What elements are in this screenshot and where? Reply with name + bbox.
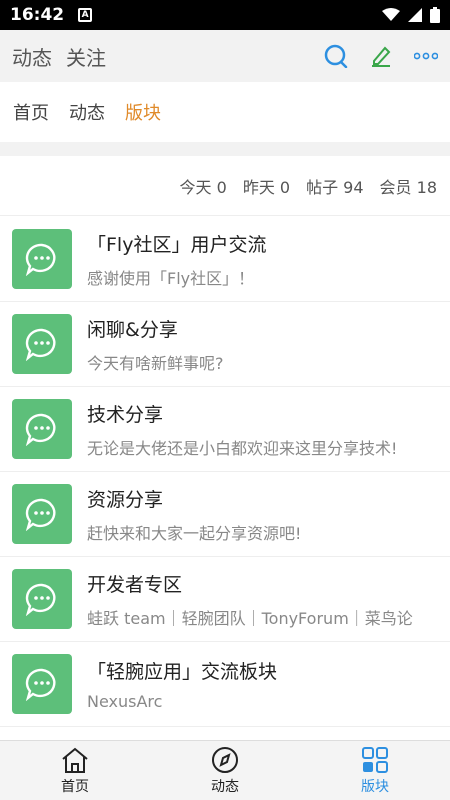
chat-bubble-icon <box>12 569 72 629</box>
board-list: 「Fly社区」用户交流 感谢使用「Fly社区」！ 闲聊&分享 今天有啥新鲜事呢?… <box>0 217 450 727</box>
status-bar: 16:42 A <box>0 0 450 30</box>
forum-stats: 今天 0 昨天 0 帖子 94 会员 18 <box>0 156 450 216</box>
board-item[interactable]: 「轻腕应用」交流板块 NexusArc <box>0 642 450 727</box>
subtab-home[interactable]: 首页 <box>13 99 49 125</box>
bottom-nav: 首页 动态 版块 <box>0 740 450 800</box>
nav-dynamics[interactable]: 动态 <box>170 746 280 796</box>
board-desc: 蛙跃 team｜轻腕团队｜TonyForum｜菜鸟论 <box>87 608 413 628</box>
signal-icon <box>408 8 422 22</box>
search-icon[interactable] <box>324 44 348 68</box>
chat-bubble-icon <box>12 484 72 544</box>
grid-icon <box>362 746 388 773</box>
wifi-icon <box>382 8 400 21</box>
stat-members: 会员 18 <box>379 177 437 197</box>
subtab-dynamics[interactable]: 动态 <box>69 99 105 125</box>
chat-bubble-icon <box>12 314 72 374</box>
chat-bubble-icon <box>12 399 72 459</box>
board-desc: 赶快来和大家一起分享资源吧! <box>87 523 302 543</box>
home-icon <box>62 747 88 773</box>
sub-nav: 首页 动态 版块 <box>0 82 450 142</box>
board-item[interactable]: 资源分享 赶快来和大家一起分享资源吧! <box>0 472 450 557</box>
nav-boards[interactable]: 版块 <box>320 746 430 796</box>
compass-icon <box>212 746 238 773</box>
board-item[interactable]: 闲聊&分享 今天有啥新鲜事呢? <box>0 302 450 387</box>
board-desc: 无论是大佬还是小白都欢迎来这里分享技术! <box>87 438 398 458</box>
nav-label: 动态 <box>211 778 239 795</box>
board-title: 闲聊&分享 <box>87 318 178 341</box>
board-desc: NexusArc <box>87 692 163 711</box>
tab-follow[interactable]: 关注 <box>66 42 106 71</box>
board-item[interactable]: 技术分享 无论是大佬还是小白都欢迎来这里分享技术! <box>0 387 450 472</box>
stat-yesterday: 昨天 0 <box>242 177 291 197</box>
board-item[interactable]: 开发者专区 蛙跃 team｜轻腕团队｜TonyForum｜菜鸟论 <box>0 557 450 642</box>
board-title: 资源分享 <box>87 488 164 511</box>
notification-icon: A <box>78 8 93 22</box>
board-title: 开发者专区 <box>87 573 183 596</box>
edit-icon[interactable] <box>370 45 392 67</box>
board-title: 技术分享 <box>87 403 164 426</box>
chat-bubble-icon <box>12 229 72 289</box>
board-desc: 今天有啥新鲜事呢? <box>87 353 224 373</box>
board-item[interactable]: 「Fly社区」用户交流 感谢使用「Fly社区」！ <box>0 217 450 302</box>
nav-label: 首页 <box>61 778 89 795</box>
top-bar: 动态 关注 <box>0 30 450 82</box>
chat-bubble-icon <box>12 654 72 714</box>
status-time: 16:42 <box>10 5 65 25</box>
board-title: 「Fly社区」用户交流 <box>87 233 267 256</box>
subtab-boards[interactable]: 版块 <box>125 99 161 125</box>
stat-today: 今天 0 <box>179 177 227 197</box>
battery-icon <box>430 7 440 23</box>
nav-home[interactable]: 首页 <box>20 746 130 796</box>
board-desc: 感谢使用「Fly社区」！ <box>87 268 255 288</box>
section-divider <box>0 142 450 156</box>
tab-dynamics[interactable]: 动态 <box>12 42 52 71</box>
more-icon[interactable] <box>414 52 438 60</box>
nav-label: 版块 <box>361 778 389 795</box>
board-title: 「轻腕应用」交流板块 <box>87 661 278 683</box>
stat-posts: 帖子 94 <box>306 177 364 197</box>
